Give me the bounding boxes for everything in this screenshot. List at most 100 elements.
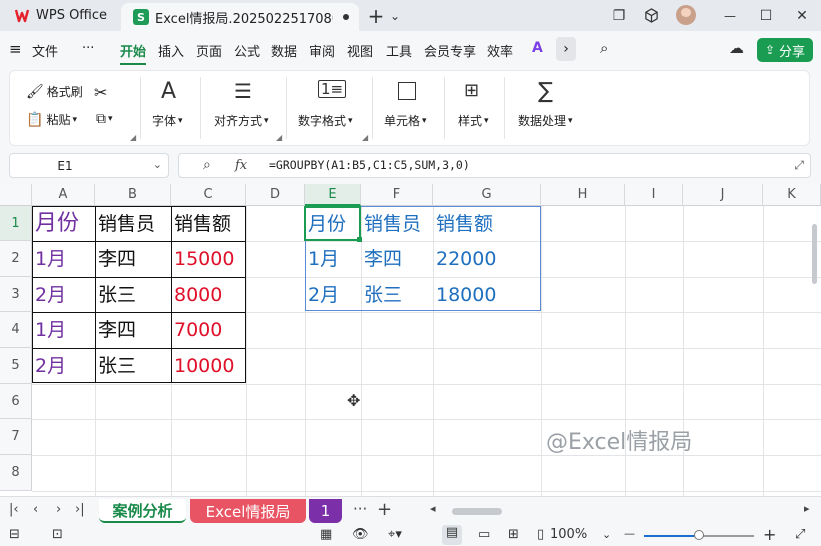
minimize-button[interactable]: — [718,0,742,31]
format-painter-button[interactable]: 🖌 格式刷 [26,83,83,100]
fullscreen-icon[interactable]: ⤢ [795,527,805,542]
first-sheet-icon[interactable]: |‹ [9,502,19,517]
row-header-7[interactable]: 7 [0,419,32,455]
position-icon[interactable]: ⌖▾ [388,527,402,542]
cell-c5[interactable]: 10000 [171,348,234,384]
cell-f1[interactable]: 销售员 [361,206,421,242]
font-button[interactable]: 字体 ▾ [152,112,183,129]
calculator-icon[interactable]: ▦ [320,527,332,542]
horizontal-scrollbar[interactable] [452,508,502,515]
menu-insert[interactable]: 插入 [158,41,184,60]
more-sheets-button[interactable]: ··· [353,500,367,518]
row-header-4[interactable]: 4 [0,312,32,348]
cell-c3[interactable]: 8000 [171,277,222,313]
zoom-slider-knob[interactable] [694,530,704,540]
close-button[interactable]: ✕ [790,0,814,31]
number-format-button[interactable]: 数字格式 ▾ [298,112,353,129]
window-tile-icon[interactable]: ❐ [608,0,630,31]
column-header-e[interactable]: E [305,184,361,206]
row-header-2[interactable]: 2 [0,241,32,277]
maximize-button[interactable]: ☐ [754,0,778,31]
cloud-sync-icon[interactable]: ☁ [729,39,744,57]
cell-button[interactable]: 单元格 ▾ [384,112,427,129]
column-header-i[interactable]: I [625,184,683,206]
page-layout-view-icon[interactable]: ▭ [478,527,490,542]
expand-formula-icon[interactable]: ⤢ [794,158,804,173]
reading-mode-icon[interactable]: ▯ [537,527,544,542]
menu-data[interactable]: 数据 [271,41,297,60]
ribbon-expander-icon[interactable]: ◢ [130,133,136,142]
column-header-f[interactable]: F [361,184,433,206]
style-button[interactable]: 样式 ▾ [458,112,489,129]
row-header-5[interactable]: 5 [0,348,32,384]
menu-review[interactable]: 审阅 [309,41,335,60]
cell-c4[interactable]: 7000 [171,312,222,348]
cell-e3[interactable]: 2月 [305,277,339,313]
align-button[interactable]: 对齐方式 ▾ [214,112,269,129]
menu-page[interactable]: 页面 [196,41,222,60]
row-header-6[interactable]: 6 [0,384,32,419]
menu-tools[interactable]: 工具 [386,41,412,60]
next-sheet-icon[interactable]: › [56,502,61,517]
cell-a1[interactable]: 月份 [32,206,79,242]
menu-more[interactable]: ··· [82,41,94,59]
document-tab[interactable]: S Excel情报局.20250225170800131 [121,3,359,31]
menu-efficiency[interactable]: 效率 [487,41,513,60]
cell-a3[interactable]: 2月 [32,277,66,313]
cell-g1[interactable]: 销售额 [433,206,493,242]
cell-b1[interactable]: 销售员 [95,206,155,242]
select-all-corner[interactable] [0,184,32,206]
fill-handle[interactable] [357,237,362,242]
menu-file[interactable]: 文件 [32,41,58,60]
fx-icon[interactable]: fx [235,158,247,173]
status-info-icon[interactable]: ⊡ [52,527,63,542]
cell-f2[interactable]: 李四 [361,241,402,277]
cut-icon[interactable]: ✂ [94,83,107,102]
cell-c1[interactable]: 销售额 [171,206,231,242]
new-tab-button[interactable]: + [365,0,387,31]
sheet-tab-1[interactable]: 1 [309,499,342,523]
row-header-3[interactable]: 3 [0,277,32,312]
cell-b2[interactable]: 李四 [95,241,136,277]
spreadsheet-grid[interactable]: A B C D E F G H I J K 1 2 3 4 5 6 7 8 月份… [0,184,821,496]
menu-home[interactable]: 开始 [120,41,146,60]
column-header-a[interactable]: A [32,184,95,206]
menu-member[interactable]: 会员专享 [424,41,476,60]
paste-button[interactable]: 📋 粘贴 ▾ [26,111,77,128]
eye-protection-icon[interactable]: 👁 [352,527,369,542]
cell-a2[interactable]: 1月 [32,241,66,277]
vertical-scrollbar[interactable] [812,224,817,284]
cell-a5[interactable]: 2月 [32,348,66,384]
cell-g2[interactable]: 22000 [433,241,496,277]
copy-button[interactable]: ⧉ ▾ [96,111,113,127]
scroll-left-icon[interactable]: ◂ [430,502,436,515]
scroll-right-icon[interactable]: ▸ [804,502,810,515]
macro-record-icon[interactable]: ⊟ [9,527,20,542]
ai-assistant-icon[interactable]: A [532,40,543,58]
wps-home-tab[interactable]: WPS Office [6,2,116,29]
data-process-button[interactable]: 数据处理 ▾ [518,112,573,129]
cell-b4[interactable]: 李四 [95,312,136,348]
zoom-in-button[interactable]: + [763,525,776,544]
page-break-view-icon[interactable]: ⊞ [508,527,519,542]
search-icon[interactable]: ⌕ [600,39,608,57]
cell-b3[interactable]: 张三 [95,277,136,313]
cell-b5[interactable]: 张三 [95,348,136,384]
zoom-chevron-icon[interactable]: ⌄ [602,528,611,541]
menu-view[interactable]: 视图 [347,41,373,60]
cell-e2[interactable]: 1月 [305,241,339,277]
normal-view-icon[interactable]: ▤ [442,525,462,545]
formula-input[interactable]: ⌕ fx =GROUPBY(A1:B5,C1:C5,SUM,3,0) ⤢ [178,153,811,178]
share-button[interactable]: ⇪ 分享 [757,38,813,62]
cell-a4[interactable]: 1月 [32,312,66,348]
column-header-k[interactable]: K [763,184,821,206]
cube-icon[interactable] [640,0,662,31]
row-header-8[interactable]: 8 [0,455,32,491]
prev-sheet-icon[interactable]: ‹ [33,502,38,517]
menu-scroll-chevron-icon[interactable]: › [556,37,576,61]
menu-formula[interactable]: 公式 [234,41,260,60]
ribbon-expander-icon[interactable]: ◢ [276,133,282,142]
column-header-b[interactable]: B [95,184,171,206]
column-header-d[interactable]: D [246,184,305,206]
name-box-chevron-icon[interactable]: ⌄ [153,158,162,171]
